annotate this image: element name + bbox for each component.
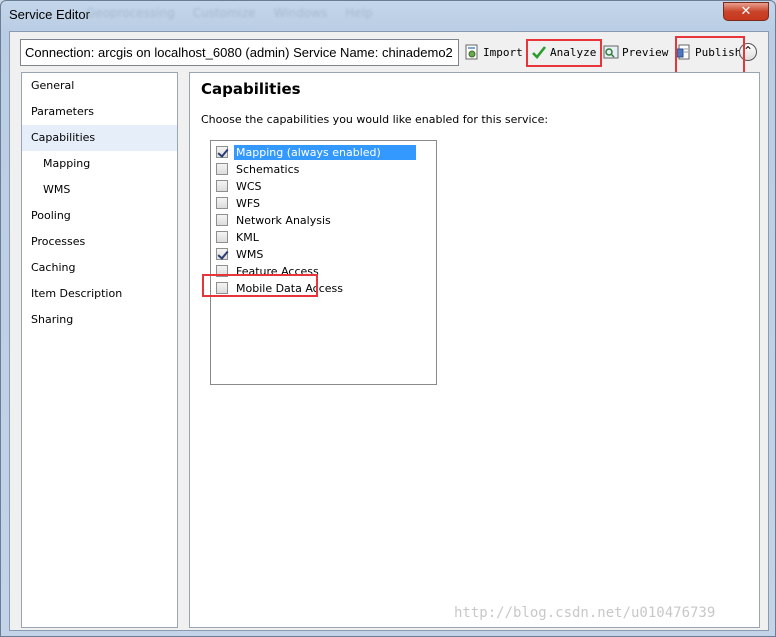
checkbox[interactable] <box>216 180 228 192</box>
import-button[interactable]: Import <box>464 41 523 63</box>
window-title: Service Editor <box>9 7 90 22</box>
preview-label: Preview <box>622 45 669 59</box>
sidebar-item-sharing[interactable]: Sharing <box>22 307 177 333</box>
import-label: Import <box>483 45 523 59</box>
close-button[interactable]: ✕ <box>723 2 769 21</box>
settings-sidebar: General Parameters Capabilities Mapping … <box>21 72 178 628</box>
checkbox[interactable] <box>216 163 228 175</box>
collapse-button[interactable]: ⌃ <box>739 43 757 61</box>
capability-label: Feature Access <box>236 264 319 278</box>
publish-icon <box>676 44 692 60</box>
publish-label: Publish <box>695 45 742 59</box>
connection-info-field: Connection: arcgis on localhost_6080 (ad… <box>20 39 459 66</box>
capability-mapping[interactable]: Mapping (always enabled) <box>216 144 416 160</box>
sidebar-item-mapping[interactable]: Mapping <box>22 151 177 177</box>
sidebar-item-pooling[interactable]: Pooling <box>22 203 177 229</box>
sidebar-item-general[interactable]: General <box>22 73 177 99</box>
capability-network-analysis[interactable]: Network Analysis <box>216 212 333 228</box>
checkbox[interactable] <box>216 214 228 226</box>
ghost-menu-item: Windows <box>273 6 328 20</box>
checkbox[interactable] <box>216 282 228 294</box>
sidebar-item-caching[interactable]: Caching <box>22 255 177 281</box>
ghost-menu-item: Customize <box>192 6 256 20</box>
capability-label: WFS <box>236 196 260 210</box>
ghost-menu-item: Geoprocessing <box>86 6 175 20</box>
capability-feature-access[interactable]: Feature Access <box>216 263 321 279</box>
capabilities-list: Mapping (always enabled) Schematics WCS … <box>210 140 437 385</box>
capability-label: KML <box>236 230 259 244</box>
publish-button[interactable]: Publish <box>676 41 741 63</box>
analyze-label: Analyze <box>550 45 597 59</box>
background-menu: Geoprocessing Customize Windows Help <box>86 6 373 20</box>
capability-kml[interactable]: KML <box>216 229 261 245</box>
capability-label: WCS <box>236 179 262 193</box>
sidebar-item-item-description[interactable]: Item Description <box>22 281 177 307</box>
preview-button[interactable]: Preview <box>603 41 668 63</box>
checkbox-checked[interactable] <box>216 248 228 260</box>
capability-label: Mapping (always enabled) <box>234 144 416 160</box>
capability-label: Network Analysis <box>236 213 331 227</box>
sidebar-item-capabilities[interactable]: Capabilities <box>22 125 177 151</box>
page-title: Capabilities <box>201 80 301 98</box>
capabilities-panel: Capabilities Choose the capabilities you… <box>189 72 760 628</box>
checkbox[interactable] <box>216 197 228 209</box>
analyze-button[interactable]: Analyze <box>531 41 596 63</box>
sidebar-item-parameters[interactable]: Parameters <box>22 99 177 125</box>
ghost-menu-item: Help <box>345 6 373 20</box>
import-icon <box>464 44 480 60</box>
checkbox-checked[interactable] <box>216 146 228 158</box>
editor-client-area: Connection: arcgis on localhost_6080 (ad… <box>9 31 769 631</box>
capability-label: Schematics <box>236 162 300 176</box>
sidebar-item-processes[interactable]: Processes <box>22 229 177 255</box>
chevron-up-icon: ⌃ <box>742 44 754 58</box>
capability-schematics[interactable]: Schematics <box>216 161 301 177</box>
toolbar: Connection: arcgis on localhost_6080 (ad… <box>10 32 768 74</box>
service-editor-window: Service Editor Geoprocessing Customize W… <box>0 0 776 637</box>
capabilities-description: Choose the capabilities you would like e… <box>201 113 549 126</box>
capability-wms[interactable]: WMS <box>216 246 265 262</box>
close-icon: ✕ <box>740 4 752 19</box>
capability-wcs[interactable]: WCS <box>216 178 264 194</box>
capability-label: WMS <box>236 247 264 261</box>
capability-label: Mobile Data Access <box>236 281 343 295</box>
sidebar-item-wms[interactable]: WMS <box>22 177 177 203</box>
watermark-text: http://blog.csdn.net/u010476739 <box>454 605 716 621</box>
title-bar[interactable]: Service Editor Geoprocessing Customize W… <box>1 1 775 31</box>
checkbox[interactable] <box>216 231 228 243</box>
preview-icon <box>603 44 619 60</box>
checkmark-icon <box>531 44 547 60</box>
capability-wfs[interactable]: WFS <box>216 195 262 211</box>
checkbox[interactable] <box>216 265 228 277</box>
capability-mobile-data-access[interactable]: Mobile Data Access <box>216 280 345 296</box>
connection-text: Connection: arcgis on localhost_6080 (ad… <box>25 45 453 60</box>
